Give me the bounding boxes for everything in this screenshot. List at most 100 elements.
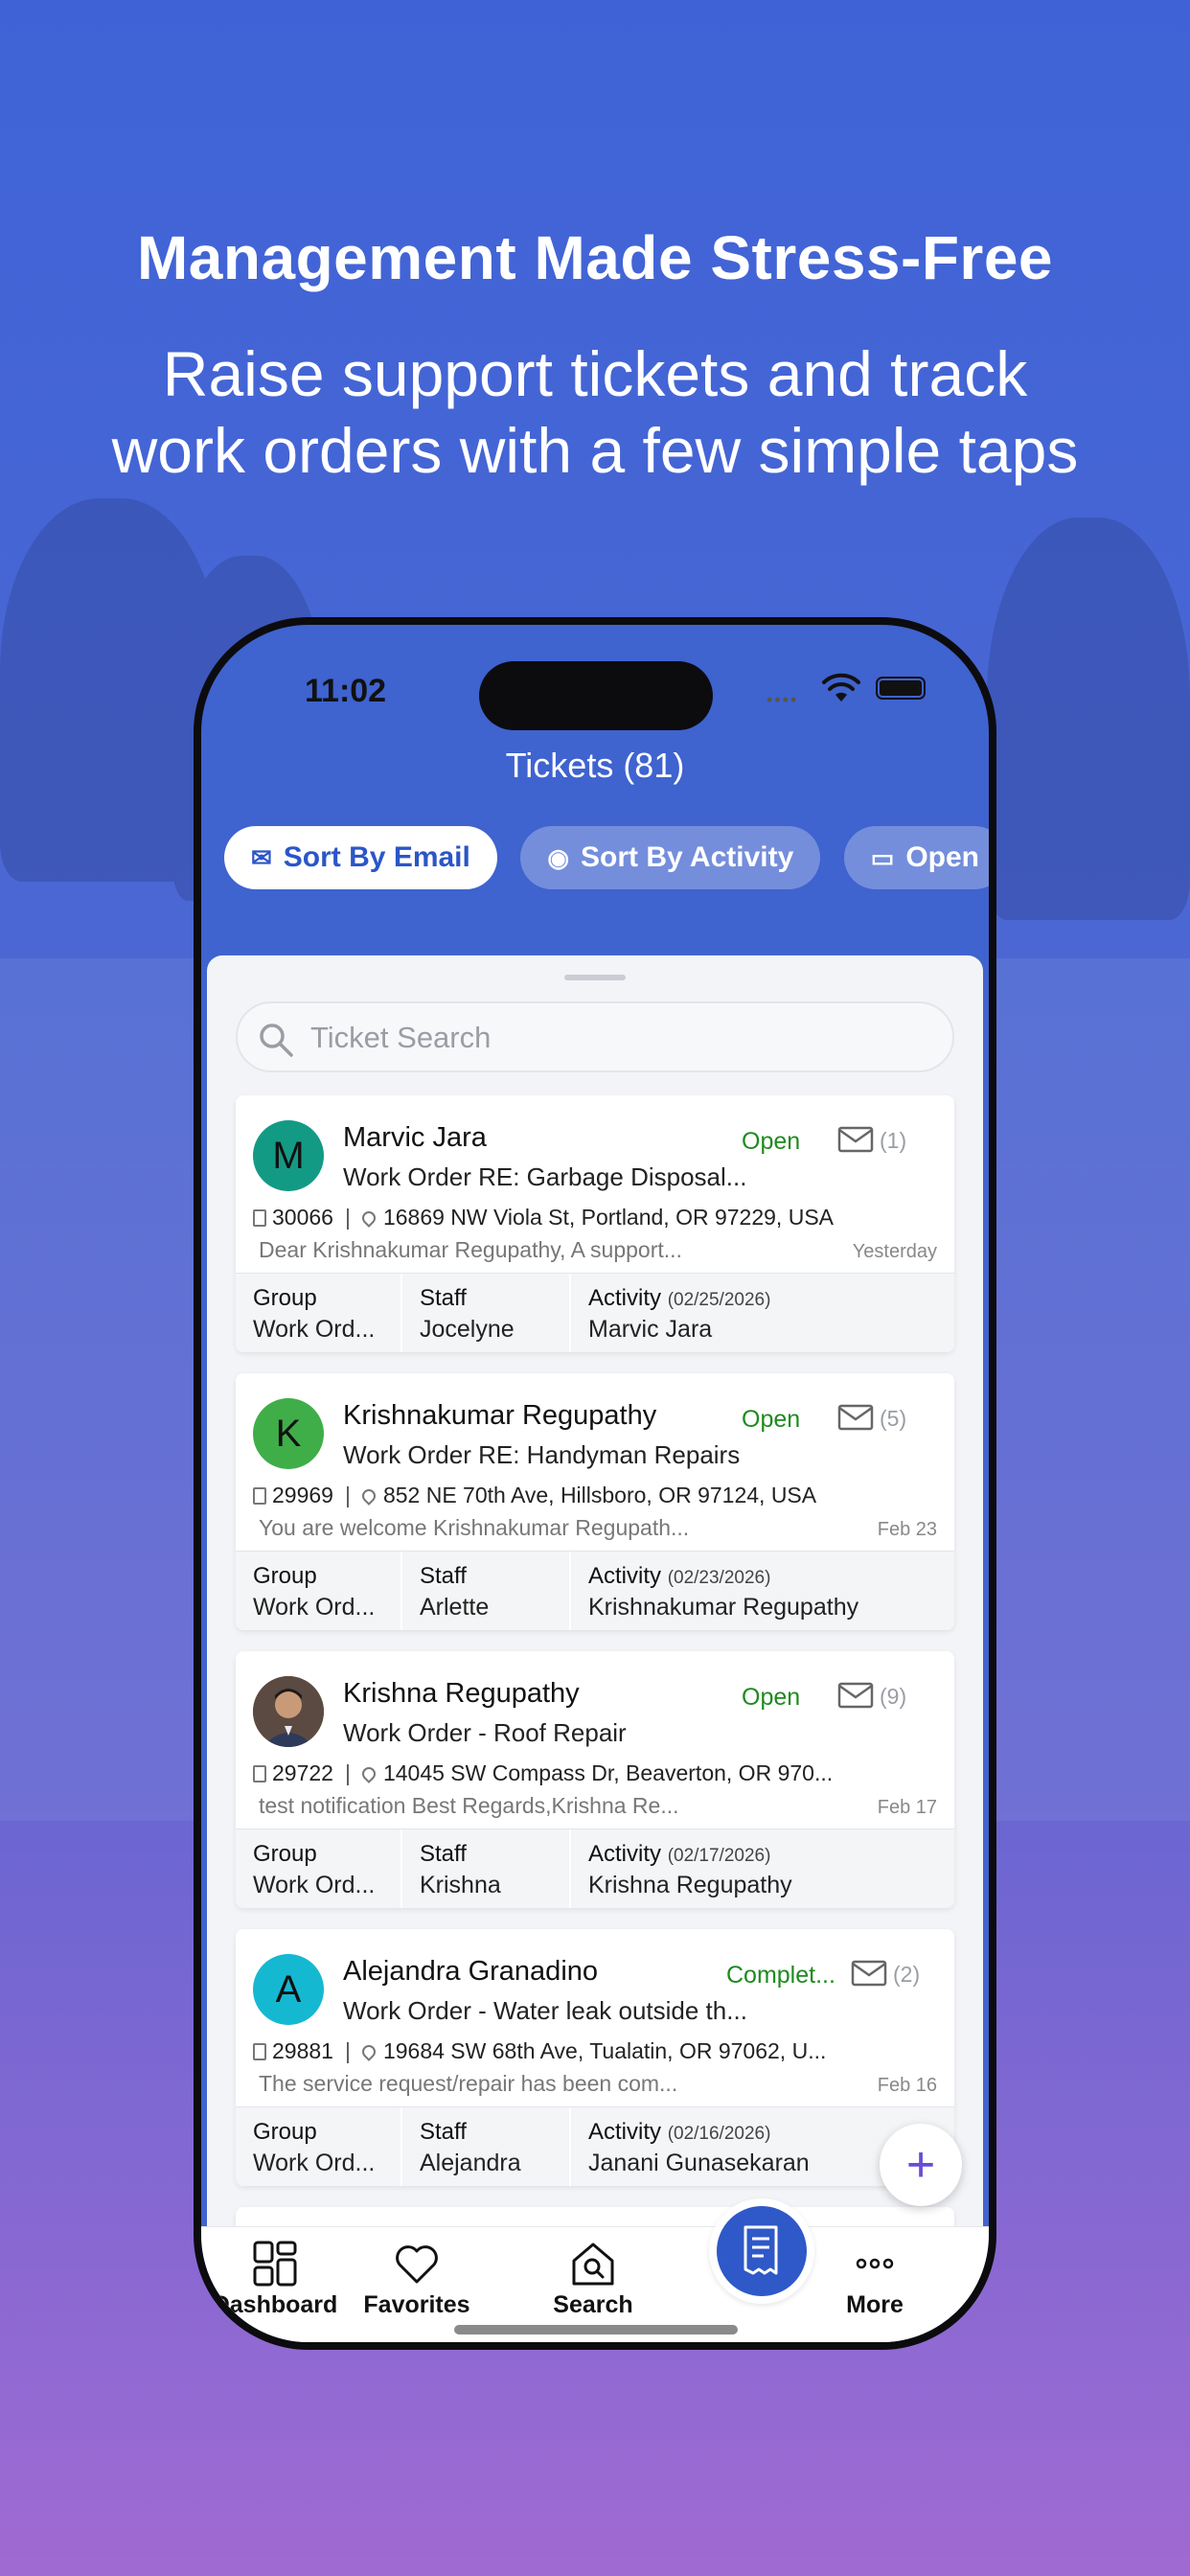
mail-icon[interactable] [837,1404,874,1431]
tab-more[interactable]: More [803,2240,947,2319]
tab-bar: Dashboard Favorites Search More [201,2198,989,2342]
tickets-icon [744,2225,778,2275]
marketing-headline: Management Made Stress-Free [136,223,1054,292]
staff-column: Staff Arlette [402,1552,571,1630]
sort-by-email-chip[interactable]: ✉ Sort By Email [224,826,497,889]
mail-icon[interactable] [837,1126,874,1153]
page-title: Tickets (81) [505,746,685,785]
staff-label: Staff [420,1841,467,1867]
ticket-date: Feb 16 [877,2075,937,2096]
phone-screen: 11:02 •••• Tickets (81) ✉ Sort By Email … [201,625,989,2342]
sort-by-activity-chip[interactable]: ◉ Sort By Activity [520,826,821,889]
activity-column: Activity (02/25/2026) Marvic Jara [571,1274,954,1352]
activity-label: Activity [588,2119,662,2145]
document-icon [253,1487,266,1505]
home-search-icon [572,2242,614,2286]
ticket-address: 14045 SW Compass Dr, Beaverton, OR 970..… [382,1760,834,1785]
mail-icon[interactable] [851,1960,887,1987]
group-label: Group [253,1841,317,1867]
staff-value: Arlette [420,1594,490,1621]
ticket-date: Yesterday [852,1241,937,1262]
ticket-address: 19684 SW 68th Ave, Tualatin, OR 97062, U… [382,2038,827,2063]
separator: | [344,1760,351,1785]
home-indicator[interactable] [454,2325,738,2334]
status-bar: 11:02 •••• [201,661,989,730]
activity-by: Marvic Jara [588,1316,713,1343]
activity-by: Krishna Regupathy [588,1872,792,1898]
ticket-id: 29722 [272,1760,333,1785]
staff-label: Staff [420,2119,467,2145]
wifi-icon [822,673,860,702]
chip-label: Open [905,841,979,873]
ticket-details: Group Work Ord... Staff Arlette Activity (… [236,1551,954,1630]
ticket-card[interactable]: K Krishnakumar Regupathy Open (5) Work O… [236,1373,954,1630]
ticket-meta: 29881 | 19684 SW 68th Ave, Tualatin, OR 97… [253,2038,826,2064]
group-label: Group [253,1563,317,1589]
more-icon [856,2258,894,2269]
tab-dashboard[interactable]: Dashboard [203,2240,347,2319]
staff-label: Staff [420,1285,467,1311]
ticket-id: 29969 [272,1483,333,1507]
subheadline-line-1: Raise support tickets and track [162,338,1028,409]
status-badge: Complet... [726,1962,835,1989]
group-column: Group Work Ord... [236,1552,402,1630]
avatar-photo [253,1676,324,1747]
message-count: (2) [893,1962,921,1987]
group-column: Group Work Ord... [236,2107,402,2186]
ticket-subject: Work Order RE: Handyman Repairs [343,1440,741,1469]
ticket-card[interactable]: A Alejandra Granadino Complet... (2) Wor… [236,1929,954,2186]
tickets-sheet: M Marvic Jara Open (1) Work Order RE: Ga… [207,955,983,2342]
tab-label: Favorites [363,2291,470,2318]
staff-column: Staff Alejandra [402,2107,571,2186]
activity-by: Krishnakumar Regupathy [588,1594,859,1621]
staff-label: Staff [420,1563,467,1589]
group-label: Group [253,1285,317,1311]
location-pin-icon [359,1764,378,1783]
activity-date: (02/23/2026) [667,1568,771,1588]
ticket-id: 30066 [272,1205,333,1230]
group-value: Work Ord... [253,1594,376,1621]
ticket-details: Group Work Ord... Staff Krishna Activity (… [236,1828,954,1908]
group-label: Group [253,2119,317,2145]
marketing-subheadline: Raise support tickets and track work ord… [57,335,1133,489]
phone-frame: 11:02 •••• Tickets (81) ✉ Sort By Email … [194,617,996,2350]
tab-tickets[interactable] [709,2198,814,2304]
group-value: Work Ord... [253,1872,376,1898]
message-preview: test notification Best Regards,Krishna R… [259,1793,679,1818]
radio-icon: ◉ [547,842,569,872]
search-input[interactable] [309,1015,933,1061]
avatar: K [253,1398,324,1469]
activity-label: Activity [588,1841,662,1867]
status-time: 11:02 [305,673,387,709]
open-filter-chip[interactable]: ▭ Open [843,826,989,889]
activity-label: Activity [588,1285,662,1311]
group-column: Group Work Ord... [236,1829,402,1908]
staff-column: Staff Krishna [402,1829,571,1908]
ticket-address: 16869 NW Viola St, Portland, OR 97229, U… [382,1205,835,1230]
activity-date: (02/25/2026) [667,1290,771,1310]
mail-icon[interactable] [837,1682,874,1709]
filter-chips: ✉ Sort By Email ◉ Sort By Activity ▭ Ope… [224,826,989,893]
subheadline-line-2: work orders with a few simple taps [111,415,1079,486]
sheet-grabber[interactable] [564,975,626,980]
heart-icon [396,2245,438,2284]
staff-column: Staff Jocelyne [402,1274,571,1352]
ticket-search [236,1001,954,1072]
add-ticket-button[interactable]: + [880,2124,962,2206]
dashboard-icon [253,2241,297,2287]
ticket-details: Group Work Ord... Staff Jocelyne Activity … [236,1273,954,1352]
activity-date: (02/16/2026) [667,2124,771,2144]
ticket-subject: Work Order - Water leak outside th... [343,1996,747,2025]
tab-favorites[interactable]: Favorites [345,2240,489,2319]
ticket-card[interactable]: M Marvic Jara Open (1) Work Order RE: Ga… [236,1095,954,1352]
ticket-date: Feb 23 [877,1519,937,1540]
ticket-contact-name: Alejandra Granadino [343,1956,599,1987]
ticket-address: 852 NE 70th Ave, Hillsboro, OR 97124, US… [382,1483,817,1507]
group-value: Work Ord... [253,2150,376,2176]
message-preview: Dear Krishnakumar Regupathy, A support..… [259,1237,682,1262]
ticket-contact-name: Krishnakumar Regupathy [343,1400,657,1431]
ticket-details: Group Work Ord... Staff Alejandra Activity… [236,2106,954,2186]
tab-search[interactable]: Search [521,2240,665,2319]
ticket-card[interactable]: Krishna Regupathy Open (9) Work Order - … [236,1651,954,1908]
tab-label: More [846,2291,904,2318]
